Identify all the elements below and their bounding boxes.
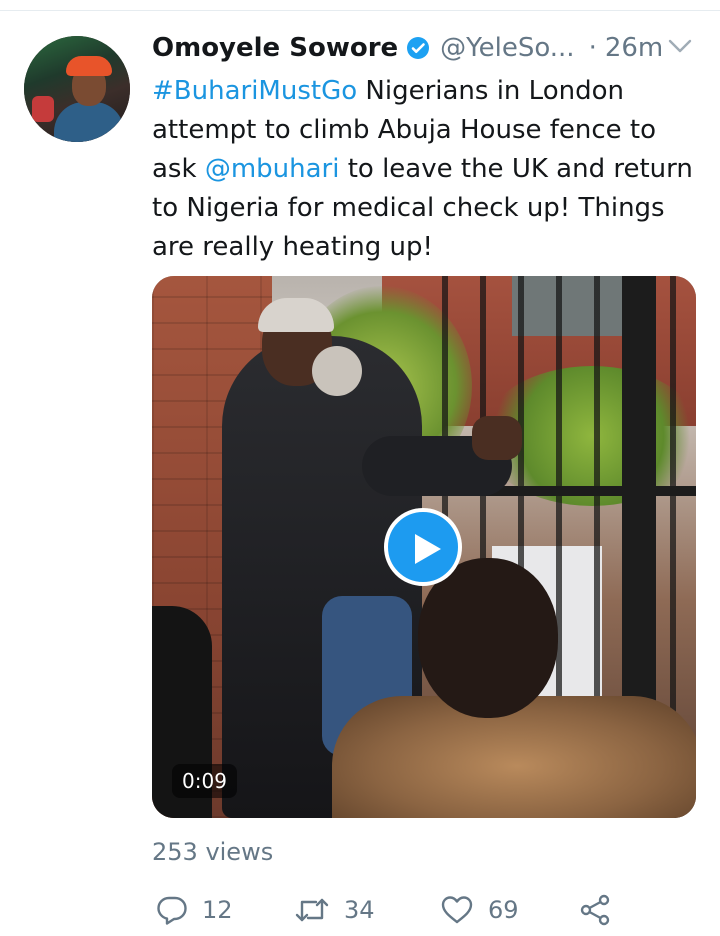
avatar-cap [66,56,112,76]
video-duration: 0:09 [172,764,237,798]
view-count: 253 views [152,838,274,866]
share-icon [580,894,610,926]
video-scene-fur-hood [332,696,696,818]
hashtag-link[interactable]: #BuhariMustGo [152,76,357,106]
play-button[interactable] [384,508,462,586]
play-icon [415,534,441,564]
like-button[interactable]: 69 [440,890,519,930]
tweet-timestamp[interactable]: 26m [605,33,663,63]
tweet-header: Omoyele Sowore @YeleSo... · 26m [152,26,704,70]
video-scene-beard [312,346,362,396]
avatar[interactable] [24,36,130,142]
verified-badge-icon [407,37,430,59]
reply-count: 12 [202,896,233,924]
share-button[interactable] [578,890,626,930]
mention-link[interactable]: @mbuhari [205,154,340,184]
separator-dot: · [588,33,597,63]
reply-icon [157,896,187,925]
avatar-detail [32,96,54,122]
reply-button[interactable]: 12 [156,890,233,930]
like-count: 69 [488,896,519,924]
retweet-count: 34 [344,896,375,924]
video-scene-hands [472,416,522,460]
chevron-down-icon[interactable] [668,37,692,55]
heart-icon [441,896,473,924]
video-player[interactable]: 0:09 [152,276,696,818]
tweet-text: #BuhariMustGo Nigerians in London attemp… [152,72,708,267]
author-name[interactable]: Omoyele Sowore [152,33,398,63]
retweet-icon [295,898,329,922]
video-scene-cap [258,298,334,332]
author-handle[interactable]: @YeleSo... [440,33,574,63]
retweet-button[interactable]: 34 [294,890,375,930]
action-bar: 12 34 69 [156,890,716,930]
top-divider [0,0,720,11]
